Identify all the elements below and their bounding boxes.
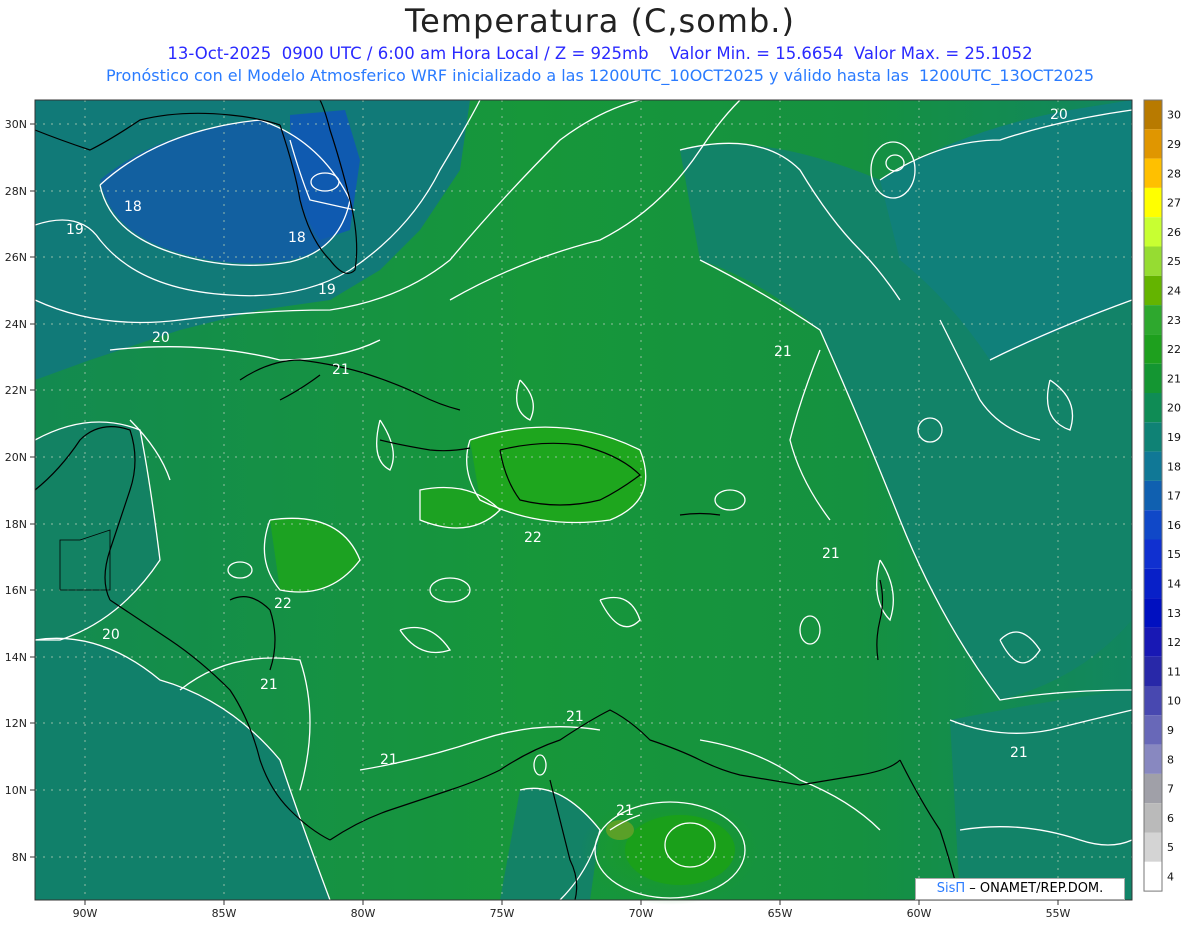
lat-label: 10N xyxy=(5,784,27,797)
colorbar-label: 28 xyxy=(1167,167,1181,180)
temperature-field xyxy=(35,100,1132,905)
colorbar-swatch xyxy=(1144,129,1162,159)
credit-text: – ONAMET/REP.DOM. xyxy=(969,881,1104,896)
colorbar-label: 25 xyxy=(1167,255,1181,268)
colorbar-label: 12 xyxy=(1167,636,1181,649)
colorbar-swatch xyxy=(1144,187,1162,218)
lat-label: 18N xyxy=(5,518,27,531)
colorbar-label: 20 xyxy=(1167,402,1181,415)
contour-label: 21 xyxy=(332,362,350,378)
colorbar-label: 8 xyxy=(1167,753,1174,766)
lon-label: 85W xyxy=(212,907,237,920)
colorbar-swatch xyxy=(1144,305,1162,335)
colorbar-swatch xyxy=(1144,686,1162,716)
credit-box: SisΠ – ONAMET/REP.DOM. xyxy=(915,878,1125,900)
contour-label: 19 xyxy=(66,222,84,238)
colorbar-swatch xyxy=(1144,246,1162,276)
colorbar-swatch xyxy=(1144,539,1162,569)
colorbar-swatch xyxy=(1144,773,1162,804)
colorbar-label: 4 xyxy=(1167,870,1174,883)
contour-label: 21 xyxy=(1010,745,1028,761)
colorbar-swatch xyxy=(1144,510,1162,540)
lat-label: 16N xyxy=(5,584,27,597)
colorbar-swatch xyxy=(1144,627,1162,657)
contour-label: 20 xyxy=(152,330,170,346)
lon-label: 70W xyxy=(629,907,654,920)
contour-label: 18 xyxy=(288,230,306,246)
colorbar-label: 9 xyxy=(1167,724,1174,737)
colorbar-swatch xyxy=(1144,422,1162,452)
colorbar-label: 24 xyxy=(1167,284,1181,297)
colorbar-label: 18 xyxy=(1167,460,1181,473)
contour-label: 21 xyxy=(260,677,278,693)
colorbar-swatch xyxy=(1144,861,1162,892)
contour-label: 21 xyxy=(566,709,584,725)
colorbar-swatch xyxy=(1144,158,1162,188)
colorbar-swatch xyxy=(1144,568,1162,599)
contour-label: 19 xyxy=(318,282,336,298)
colorbar-swatch xyxy=(1144,744,1162,774)
sis-logo: SisΠ xyxy=(936,881,966,896)
lon-label: 75W xyxy=(490,907,515,920)
colorbar-label: 26 xyxy=(1167,226,1181,239)
lon-label: 80W xyxy=(351,907,376,920)
colorbar-label: 11 xyxy=(1167,665,1181,678)
colorbar: 30 29 28 27 26 25 24 23 22 21 20 19 18 17 16 15 14 13 12 11… xyxy=(1143,99,1181,892)
lat-label: 12N xyxy=(5,717,27,730)
colorbar-label: 27 xyxy=(1167,197,1181,210)
colorbar-swatch xyxy=(1144,100,1162,130)
colorbar-label: 6 xyxy=(1167,812,1174,825)
colorbar-swatch xyxy=(1144,656,1162,686)
colorbar-label: 17 xyxy=(1167,490,1181,503)
colorbar-label: 10 xyxy=(1167,695,1181,708)
contour-label: 21 xyxy=(616,803,634,819)
contour-label: 18 xyxy=(124,199,142,215)
colorbar-label: 5 xyxy=(1167,841,1174,854)
colorbar-swatch xyxy=(1144,393,1162,423)
contour-label: 20 xyxy=(102,627,120,643)
colorbar-label: 7 xyxy=(1167,783,1174,796)
lat-label: 30N xyxy=(5,118,27,131)
colorbar-swatch xyxy=(1144,217,1162,247)
colorbar-label: 16 xyxy=(1167,519,1181,532)
contour-label: 21 xyxy=(380,752,398,768)
lat-label: 26N xyxy=(5,251,27,264)
lon-label: 65W xyxy=(768,907,793,920)
lat-label: 14N xyxy=(5,651,27,664)
colorbar-label: 14 xyxy=(1167,577,1181,590)
contour-label: 22 xyxy=(274,596,292,612)
colorbar-label: 19 xyxy=(1167,431,1181,444)
lat-label: 24N xyxy=(5,318,27,331)
colorbar-swatch xyxy=(1144,363,1162,393)
colorbar-swatch xyxy=(1144,480,1162,511)
colorbar-label: 30 xyxy=(1167,109,1181,122)
colorbar-label: 15 xyxy=(1167,548,1181,561)
lon-label: 60W xyxy=(907,907,932,920)
colorbar-label: 22 xyxy=(1167,343,1181,356)
contour-label: 21 xyxy=(822,546,840,562)
contour-label: 20 xyxy=(1050,107,1068,123)
colorbar-label: 29 xyxy=(1167,138,1181,151)
lat-label: 22N xyxy=(5,384,27,397)
colorbar-label: 21 xyxy=(1167,372,1181,385)
colorbar-swatch xyxy=(1144,803,1162,833)
latitude-labels: 30N 28N 26N 24N 22N 20N 18N 16N 14N 12N … xyxy=(5,118,27,864)
lon-label: 90W xyxy=(73,907,98,920)
longitude-labels: 90W 85W 80W 75W 70W 65W 60W 55W xyxy=(73,907,1071,920)
map-figure: 30 29 28 27 26 25 24 23 22 21 20 19 18 17 16 15 14 13 12 11… xyxy=(5,99,1181,920)
colorbar-label: 13 xyxy=(1167,607,1181,620)
contour-label: 22 xyxy=(524,530,542,546)
colorbar-swatch xyxy=(1144,451,1162,481)
colorbar-swatch xyxy=(1144,334,1162,364)
colorbar-swatch xyxy=(1144,832,1162,862)
lat-label: 8N xyxy=(12,851,27,864)
lat-label: 20N xyxy=(5,451,27,464)
colorbar-label: 23 xyxy=(1167,314,1181,327)
lat-label: 28N xyxy=(5,185,27,198)
lon-label: 55W xyxy=(1046,907,1071,920)
colorbar-swatch xyxy=(1144,715,1162,745)
contour-label: 21 xyxy=(774,344,792,360)
colorbar-swatch xyxy=(1144,275,1162,306)
colorbar-swatch xyxy=(1144,598,1162,628)
